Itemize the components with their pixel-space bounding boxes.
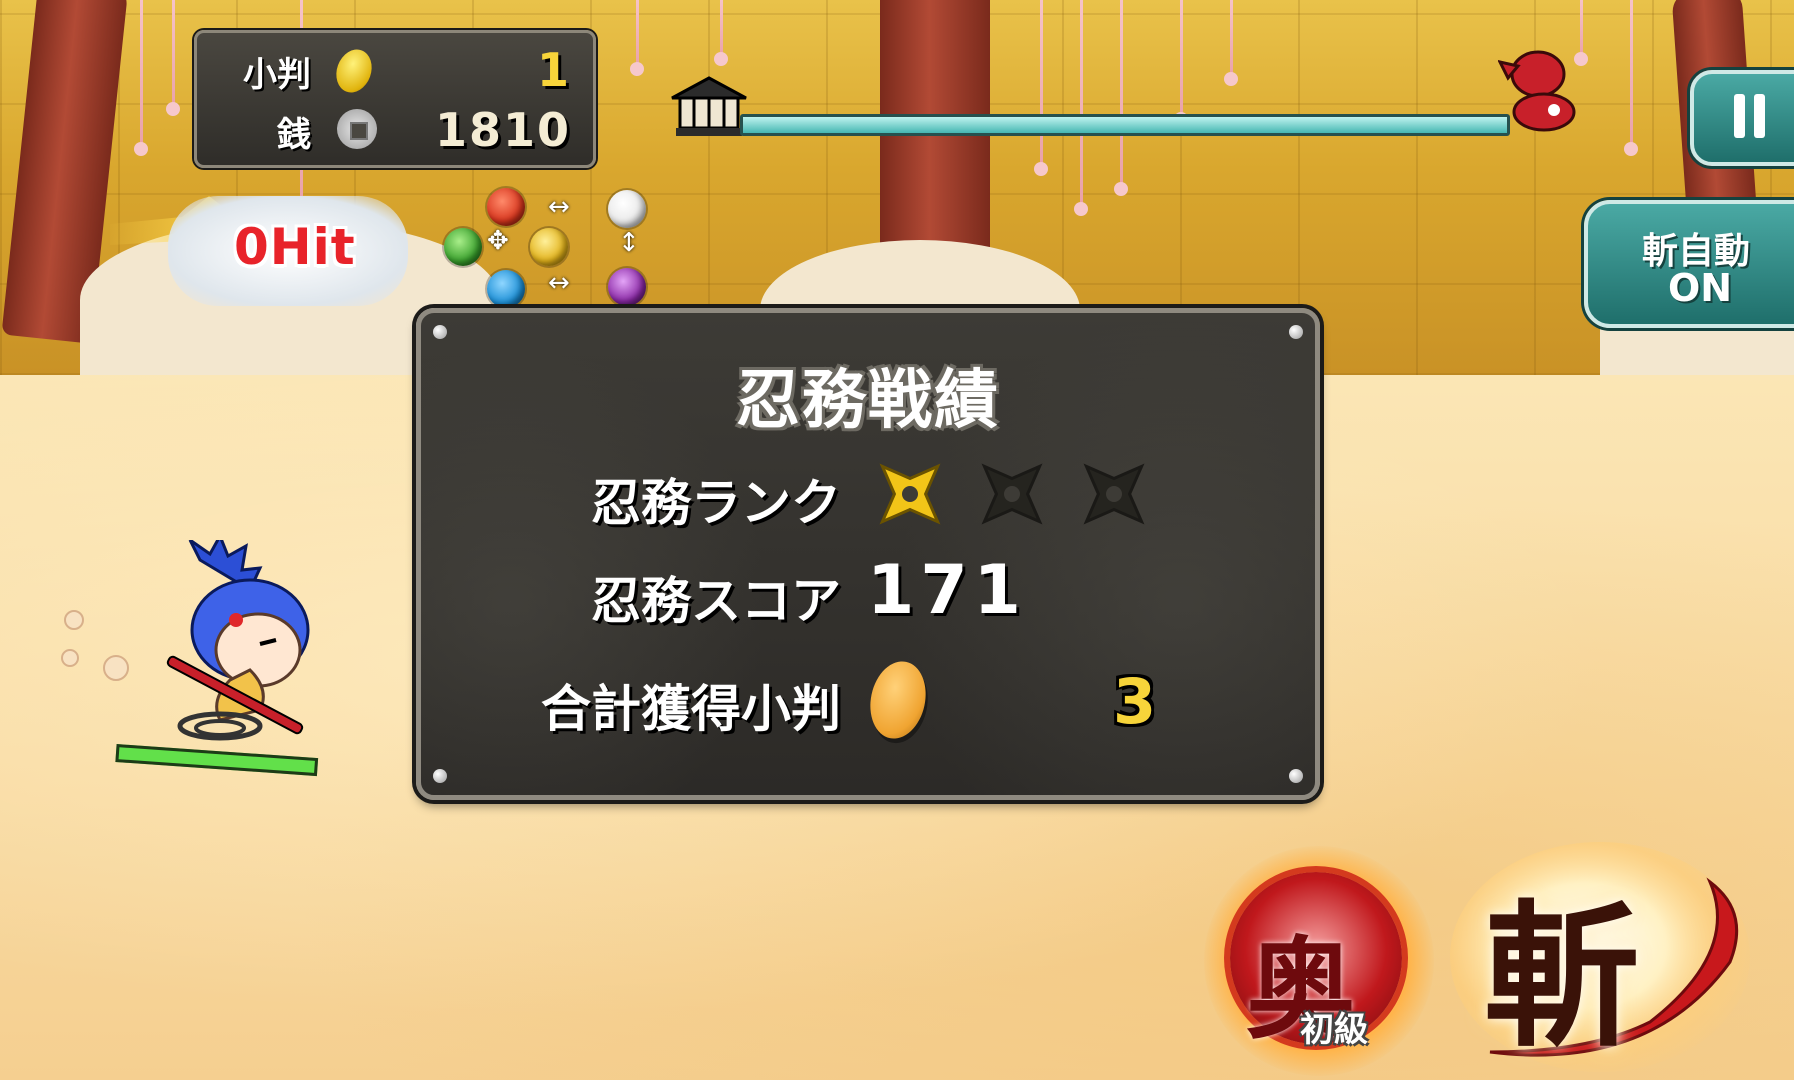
shuriken-rank-icon-filled [879,463,941,525]
blossom-strand [1624,0,1638,156]
rivet [1289,325,1303,339]
blossom-strand [1034,0,1048,176]
dark-orb-icon [608,268,646,306]
double-arrow-icon: ↔ [548,192,570,222]
blossom-strand [1174,0,1188,126]
rivet [433,769,447,783]
total-koban-value: 3 [1113,665,1157,738]
blossom-strand [1114,0,1128,196]
stage-progress-track [740,114,1510,136]
koban-coin-icon [863,656,933,744]
shuriken-rank-icon-empty [981,463,1043,525]
currency-panel: 小判 1 銭 1810 [194,30,596,168]
auto-slash-state: ON [1668,266,1733,310]
auto-slash-toggle[interactable]: 斬自動 ON [1584,200,1794,328]
total-koban-label: 合計獲得小判 [541,680,841,738]
koban-label: 小判 [243,55,311,95]
blossom-strand [714,0,728,66]
rivet [433,325,447,339]
house-icon [671,76,747,136]
blossom-strand [1224,0,1238,86]
koban-row: 小判 1 [197,39,593,99]
pause-button[interactable] [1690,70,1794,166]
koban-coin-icon [330,44,378,98]
zeni-count: 1810 [434,103,571,157]
earth-orb-icon [530,228,568,266]
rivet [1289,769,1303,783]
pause-icon [1734,94,1745,138]
koban-count: 1 [536,43,571,97]
vertical-arrow-icon: ↕ [618,228,640,258]
score-label: 忍務スコア [591,572,841,630]
rank-label: 忍務ランク [591,474,841,532]
blossom-strand [166,0,180,116]
blossom-strand [1074,0,1088,216]
wood-orb-icon [444,228,482,266]
light-orb-icon [608,190,646,228]
combo-counter: 0Hit [234,218,356,276]
boss-icon [1498,50,1576,132]
cross-arrows-icon: ✥ [487,226,509,256]
slash-glyph: 斬 [1484,886,1640,1068]
result-title: 忍務戦績 [736,364,1000,438]
blossom-strand [134,0,148,156]
score-value: 171 [867,551,1027,630]
pause-icon [1754,94,1765,138]
zeni-coin-icon [337,109,377,149]
fire-orb-icon [487,188,525,226]
water-orb-icon [487,270,525,308]
zeni-label: 銭 [277,115,311,155]
double-arrow-icon: ↔ [548,268,570,298]
zeni-row: 銭 1810 [197,99,593,159]
blossom-strand [630,0,644,76]
skill-level-label: 初級 [1300,1010,1368,1050]
shuriken-rank-icon-empty [1083,463,1145,525]
mission-result-dialog: 忍務戦績 忍務ランク 忍務スコア 171 合計獲得小判 3 [416,308,1320,800]
